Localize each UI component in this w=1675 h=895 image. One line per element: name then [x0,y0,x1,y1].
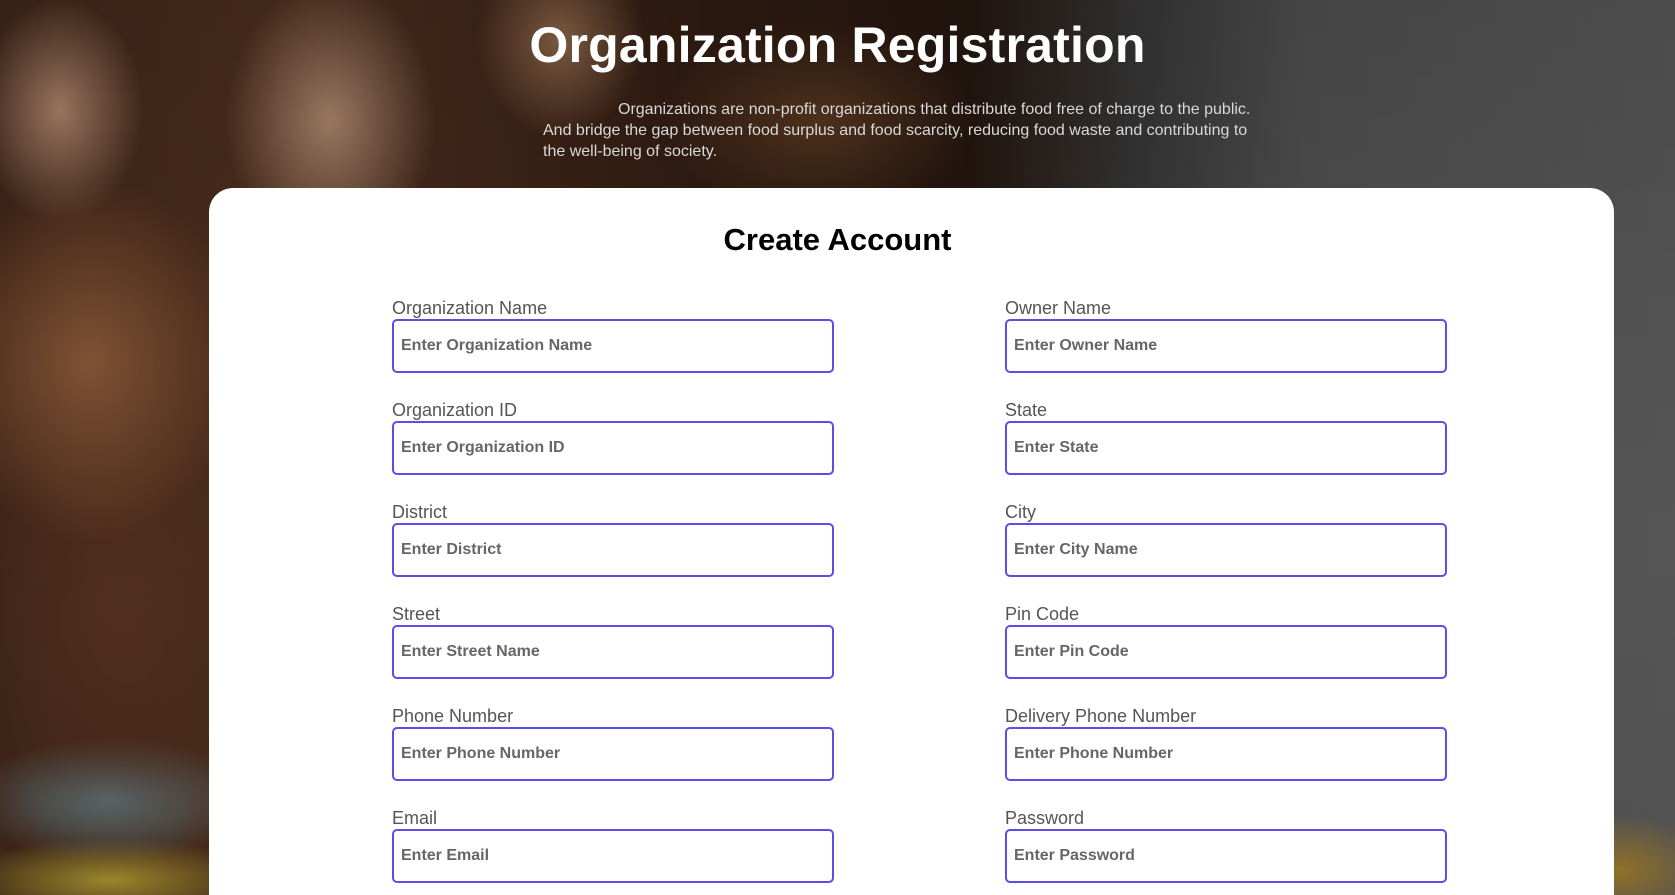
phone-number-input[interactable] [392,727,834,781]
phone-number-group: Phone Number [392,706,836,781]
owner-name-group: Owner Name [1005,298,1449,373]
email-group: Email [392,808,836,883]
hero-description: Organizations are non-profit organizatio… [543,101,1251,160]
district-group: District [392,502,836,577]
city-input[interactable] [1005,523,1447,577]
email-input[interactable] [392,829,834,883]
delivery-phone-input[interactable] [1005,727,1447,781]
delivery-phone-label: Delivery Phone Number [1005,706,1197,726]
page-title: Organization Registration [529,17,1146,73]
organization-name-input[interactable] [392,319,834,373]
organization-id-label: Organization ID [392,400,518,420]
owner-name-input[interactable] [1005,319,1447,373]
form-title: Create Account [723,222,952,257]
password-label: Password [1005,808,1085,828]
phone-number-label: Phone Number [392,706,514,726]
state-group: State [1005,400,1449,475]
owner-name-label: Owner Name [1005,298,1112,318]
organization-name-label: Organization Name [392,298,548,318]
pin-code-label: Pin Code [1005,604,1080,624]
password-group: Password [1005,808,1449,883]
delivery-phone-group: Delivery Phone Number [1005,706,1449,781]
organization-id-group: Organization ID [392,400,836,475]
pin-code-input[interactable] [1005,625,1447,679]
page: Organization Registration Organizations … [0,0,1675,895]
district-input[interactable] [392,523,834,577]
organization-name-group: Organization Name [392,298,836,373]
city-label: City [1005,502,1036,522]
street-group: Street [392,604,836,679]
district-label: District [392,502,447,522]
state-input[interactable] [1005,421,1447,475]
email-label: Email [392,808,438,828]
organization-id-input[interactable] [392,421,834,475]
state-label: State [1005,400,1048,420]
street-input[interactable] [392,625,834,679]
pin-code-group: Pin Code [1005,604,1449,679]
hero-section: Organization Registration Organizations … [0,0,1675,188]
password-input[interactable] [1005,829,1447,883]
city-group: City [1005,502,1449,577]
street-label: Street [392,604,441,624]
